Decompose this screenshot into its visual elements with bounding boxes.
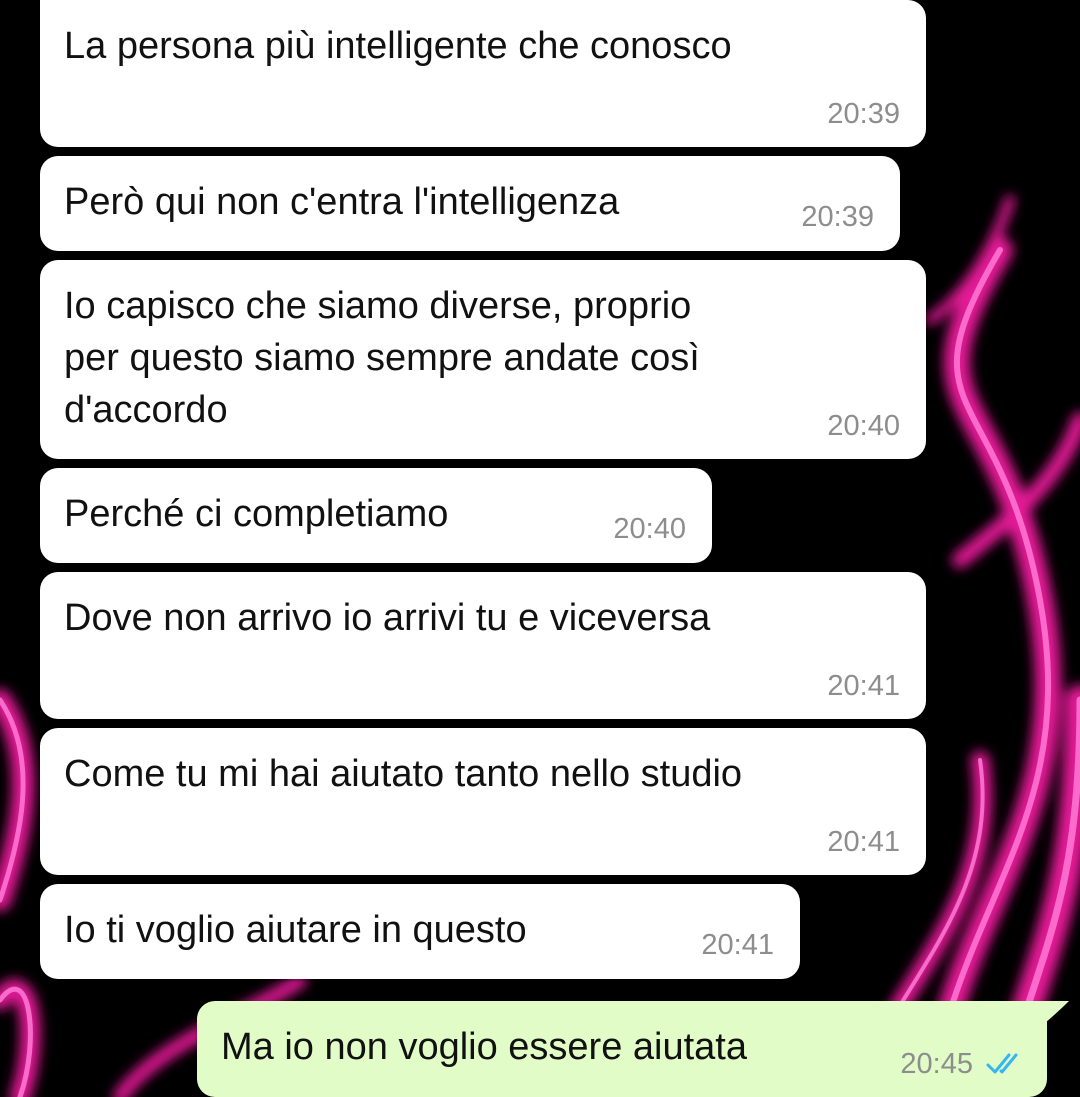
message-timestamp: 20:41 xyxy=(701,929,774,961)
message-timestamp: 20:39 xyxy=(801,201,874,233)
message-timestamp: 20:45 xyxy=(900,1048,973,1080)
message-bubble-outgoing[interactable]: Ma io non voglio essere aiutata 20:45 xyxy=(197,1001,1047,1097)
message-text: Però qui non c'entra l'intelligenza xyxy=(64,181,620,223)
outgoing-bubble-tail xyxy=(1045,1001,1069,1023)
message-text: La persona più intelligente che conosco xyxy=(64,25,732,67)
message-bubble-incoming[interactable]: Io capisco che siamo diverse, proprio pe… xyxy=(40,260,926,459)
message-text: Io ti voglio aiutare in questo xyxy=(64,909,527,951)
message-bubble-incoming[interactable]: Dove non arrivo io arrivi tu e viceversa… xyxy=(40,572,926,719)
message-timestamp: 20:40 xyxy=(827,410,900,442)
message-timestamp: 20:40 xyxy=(613,513,686,545)
message-bubble-incoming[interactable]: La persona più intelligente che conosco … xyxy=(40,0,926,147)
message-text: Dove non arrivo io arrivi tu e viceversa xyxy=(64,597,711,639)
message-text: Io capisco che siamo diverse, proprio pe… xyxy=(64,285,700,431)
message-text: Ma io non voglio essere aiutata xyxy=(221,1026,747,1068)
message-timestamp: 20:41 xyxy=(827,670,900,702)
message-bubble-incoming[interactable]: Come tu mi hai aiutato tanto nello studi… xyxy=(40,728,926,875)
message-bubble-incoming[interactable]: Perché ci completiamo 20:40 xyxy=(40,468,712,563)
message-bubble-incoming[interactable]: Io ti voglio aiutare in questo 20:41 xyxy=(40,884,800,979)
message-timestamp: 20:39 xyxy=(827,98,900,130)
message-text: Perché ci completiamo xyxy=(64,493,449,535)
message-timestamp: 20:41 xyxy=(827,826,900,858)
message-text: Come tu mi hai aiutato tanto nello studi… xyxy=(64,753,743,795)
double-check-read-icon xyxy=(986,1053,1018,1074)
message-bubble-incoming[interactable]: Però qui non c'entra l'intelligenza 20:3… xyxy=(40,156,900,251)
